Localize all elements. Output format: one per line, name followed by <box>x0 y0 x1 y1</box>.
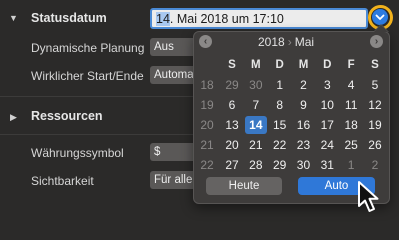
calendar-day[interactable]: 26 <box>364 136 386 154</box>
calendar-separator: › <box>287 35 292 49</box>
calendar-week-row: 20 13 14 15 16 17 18 19 <box>197 115 387 135</box>
chevron-right-icon: › <box>374 36 379 47</box>
label-sichtbarkeit: Sichtbarkeit <box>31 174 94 188</box>
calendar-day[interactable]: 6 <box>221 96 243 114</box>
calendar-week-row: 22 27 28 29 30 31 1 2 <box>197 155 387 175</box>
calendar-day[interactable]: 16 <box>292 116 314 134</box>
calendar-grid: 18 29 30 1 2 3 4 5 19 6 7 8 9 10 11 12 20 13 14 15 16 17 18 19 2… <box>197 75 387 175</box>
calendar-day[interactable]: 17 <box>316 116 338 134</box>
calendar-day-selected[interactable]: 14 <box>244 116 267 134</box>
label-waehrungssymbol: Währungssymbol <box>31 146 124 160</box>
chevron-left-icon: ‹ <box>203 36 208 47</box>
date-rest-text: . Mai 2018 um 17:10 <box>169 12 284 26</box>
calendar-prev-month-button[interactable]: ‹ <box>199 35 212 48</box>
weekday-label: F <box>347 59 355 71</box>
calendar-day[interactable]: 4 <box>340 76 362 94</box>
calendar-day[interactable]: 24 <box>316 136 338 154</box>
popover-arrow-fill <box>374 25 388 32</box>
calendar-month-year: 2018 › Mai <box>258 35 314 49</box>
calendar-day[interactable]: 9 <box>292 96 314 114</box>
calendar-day[interactable]: 20 <box>221 136 243 154</box>
week-number: 21 <box>200 138 214 152</box>
calendar-day[interactable]: 28 <box>245 156 267 174</box>
calendar-next-month-button[interactable]: › <box>370 35 383 48</box>
calendar-day[interactable]: 25 <box>340 136 362 154</box>
calendar-month: Mai <box>294 35 315 49</box>
calendar-day[interactable]: 2 <box>292 76 314 94</box>
calendar-week-row: 18 29 30 1 2 3 4 5 <box>197 75 387 95</box>
calendar-day[interactable]: 21 <box>245 136 267 154</box>
calendar-day[interactable]: 8 <box>269 96 291 114</box>
weekday-label: S <box>228 59 236 71</box>
calendar-day[interactable]: 23 <box>292 136 314 154</box>
calendar-weekday-header: S M D M D F S <box>221 59 386 71</box>
calendar-dropdown-button[interactable] <box>372 9 388 25</box>
weekday-label: M <box>298 59 309 71</box>
week-number: 20 <box>200 118 214 132</box>
wirklicher-start-ende-popup[interactable]: Automa <box>150 66 196 84</box>
calendar-day[interactable]: 7 <box>245 96 267 114</box>
calendar-day[interactable]: 29 <box>221 76 243 94</box>
calendar-day[interactable]: 3 <box>316 76 338 94</box>
section-title-statusdatum: Statusdatum <box>31 11 107 25</box>
calendar-day[interactable]: 2 <box>364 156 386 174</box>
calendar-day[interactable]: 10 <box>316 96 338 114</box>
calendar-day[interactable]: 1 <box>269 76 291 94</box>
calendar-day[interactable]: 15 <box>269 116 291 134</box>
sichtbarkeit-popup[interactable]: Für alle <box>150 171 196 189</box>
calendar-year: 2018 <box>258 35 285 49</box>
calendar-day[interactable]: 1 <box>340 156 362 174</box>
section-divider <box>0 96 195 97</box>
calendar-day[interactable]: 22 <box>269 136 291 154</box>
chevron-down-icon <box>375 14 385 20</box>
calendar-week-row: 21 20 21 22 23 24 25 26 <box>197 135 387 155</box>
statusdatum-date-field[interactable]: 14. Mai 2018 um 17:10 <box>150 8 368 29</box>
calendar-day[interactable]: 29 <box>269 156 291 174</box>
calendar-day[interactable]: 5 <box>364 76 386 94</box>
calendar-day[interactable]: 30 <box>292 156 314 174</box>
label-wirklicher-start-ende: Wirklicher Start/Ende <box>31 69 144 83</box>
calendar-day[interactable]: 13 <box>221 116 243 134</box>
date-day-segment[interactable]: 14 <box>156 12 170 26</box>
weekday-label: M <box>251 59 261 71</box>
week-number: 19 <box>200 98 214 112</box>
mouse-pointer-icon <box>358 181 379 212</box>
label-dynamische-planung: Dynamische Planung <box>31 41 145 55</box>
weekday-label: D <box>275 59 284 71</box>
disclosure-triangle-collapsed-icon[interactable]: ▶ <box>10 112 17 123</box>
calendar-day[interactable]: 30 <box>245 76 267 94</box>
section-divider <box>0 134 195 135</box>
calendar-day[interactable]: 27 <box>221 156 243 174</box>
calendar-day[interactable]: 12 <box>364 96 386 114</box>
section-title-ressourcen: Ressourcen <box>31 109 103 123</box>
disclosure-triangle-expanded-icon[interactable]: ▼ <box>9 13 18 23</box>
week-number: 22 <box>200 158 214 172</box>
calendar-week-row: 19 6 7 8 9 10 11 12 <box>197 95 387 115</box>
calendar-day[interactable]: 18 <box>340 116 362 134</box>
weekday-label: S <box>371 59 379 71</box>
calendar-day[interactable]: 31 <box>316 156 338 174</box>
dynamische-planung-popup[interactable]: Aus <box>150 38 196 56</box>
today-button[interactable]: Heute <box>206 177 282 195</box>
calendar-day[interactable]: 11 <box>340 96 362 114</box>
waehrungssymbol-field[interactable]: $ <box>150 143 196 161</box>
weekday-label: D <box>323 59 332 71</box>
calendar-day[interactable]: 19 <box>364 116 386 134</box>
week-number: 18 <box>200 78 214 92</box>
